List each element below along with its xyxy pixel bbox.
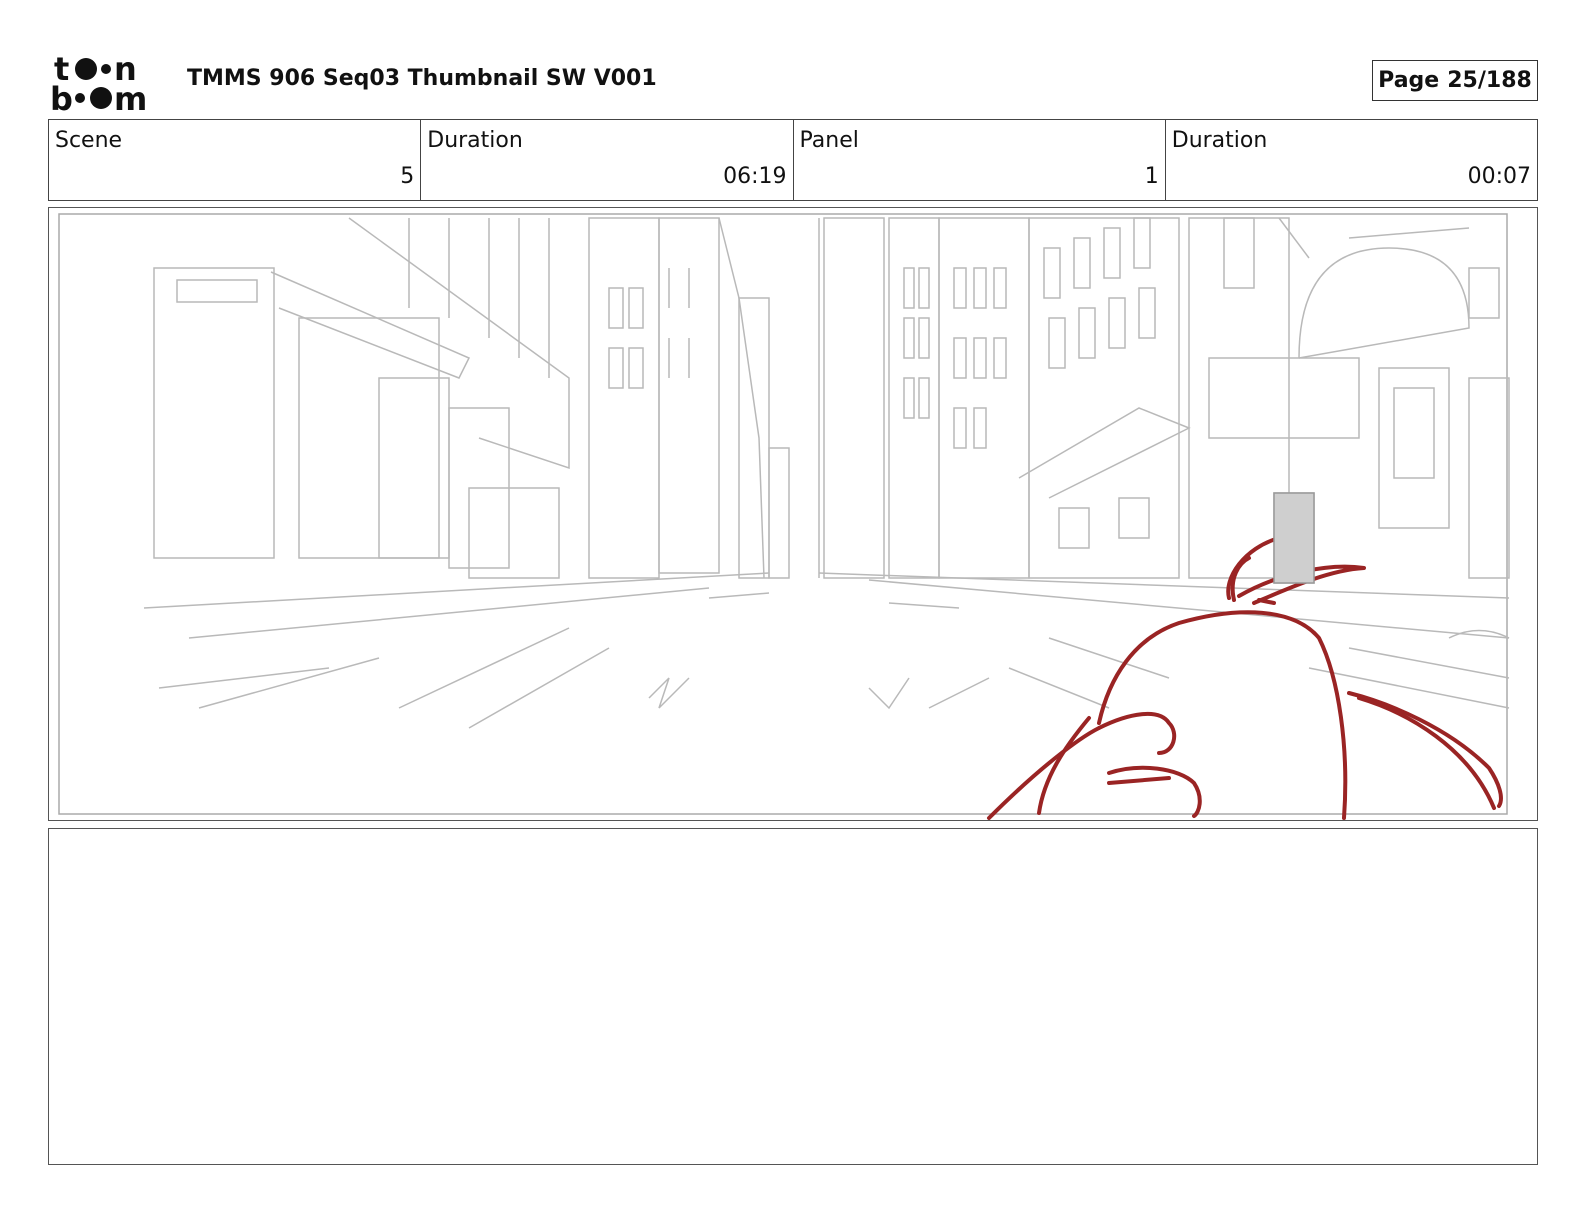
page-number: 25/188 xyxy=(1447,68,1532,93)
panel-info-table: Scene 5 Duration 06:19 Panel 1 Duration … xyxy=(48,119,1538,201)
scene-value: 5 xyxy=(400,164,415,189)
document-title: TMMS 906 Seq03 Thumbnail SW V001 xyxy=(187,66,657,91)
scene-label: Scene xyxy=(55,128,123,153)
panel-value: 1 xyxy=(1144,164,1159,189)
scene-duration-value: 06:19 xyxy=(723,164,787,189)
svg-text:b: b xyxy=(50,80,73,114)
panel-duration-value: 00:07 xyxy=(1467,164,1531,189)
svg-text:m: m xyxy=(114,80,147,114)
street-box-sketch xyxy=(1273,492,1315,584)
panel-label: Panel xyxy=(799,128,859,153)
panel-cell: Panel 1 xyxy=(794,120,1166,200)
scene-cell: Scene 5 xyxy=(49,120,422,200)
panel-duration-cell: Duration 00:07 xyxy=(1166,120,1537,200)
page-label: Page xyxy=(1378,68,1440,93)
toon-boom-logo: t n b m xyxy=(50,50,147,114)
character-sketch xyxy=(987,536,1503,820)
page-indicator: Page 25/188 xyxy=(1372,60,1538,101)
scene-duration-cell: Duration 06:19 xyxy=(421,120,794,200)
storyboard-panel xyxy=(48,207,1538,821)
panel-duration-label: Duration xyxy=(1171,128,1268,153)
panel-sketch xyxy=(58,213,1510,820)
panel-notes-area xyxy=(48,828,1538,1165)
scene-duration-label: Duration xyxy=(427,128,523,153)
